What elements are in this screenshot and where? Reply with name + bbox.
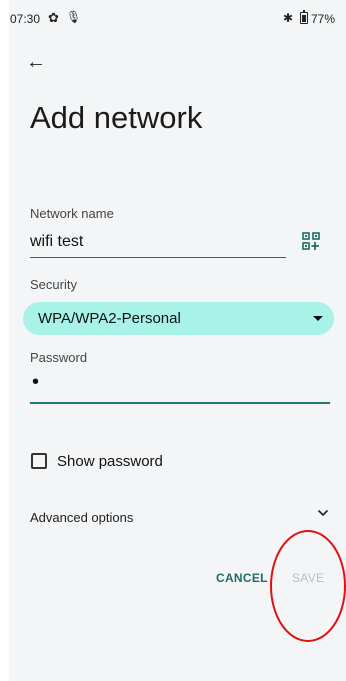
save-button[interactable]: SAVE xyxy=(292,571,324,585)
page-title: Add network xyxy=(30,100,203,135)
bluetooth-icon: ✱ xyxy=(283,11,294,25)
network-name-label: Network name xyxy=(30,206,114,221)
password-input[interactable]: • xyxy=(32,371,39,394)
battery-level: 77% xyxy=(311,12,336,26)
security-label: Security xyxy=(30,277,77,292)
network-name-input[interactable]: wifi test xyxy=(30,233,83,251)
microphone-icon: 🎙︎ xyxy=(66,10,82,24)
battery-icon xyxy=(300,10,308,24)
status-time: 07:30 xyxy=(10,12,41,26)
add-network-screen: 07:30 ✿ 🎙︎ ✱ 77% ← Add network Network n… xyxy=(9,0,346,681)
show-password-label[interactable]: Show password xyxy=(57,453,163,470)
cancel-button[interactable]: CANCEL xyxy=(216,571,268,585)
dropdown-arrow-icon xyxy=(313,316,323,321)
chevron-down-icon[interactable] xyxy=(317,508,329,518)
network-name-underline xyxy=(30,257,286,258)
advanced-options-label[interactable]: Advanced options xyxy=(30,510,133,525)
security-dropdown[interactable]: WPA/WPA2-Personal xyxy=(23,302,334,335)
password-label: Password xyxy=(30,350,88,365)
status-bar: 07:30 ✿ 🎙︎ ✱ 77% xyxy=(9,0,346,38)
show-password-checkbox[interactable] xyxy=(31,453,47,469)
qr-code-scan-icon[interactable] xyxy=(302,232,320,250)
back-arrow-icon[interactable]: ← xyxy=(26,51,46,74)
password-underline xyxy=(30,402,330,404)
security-selected-value: WPA/WPA2-Personal xyxy=(38,310,181,327)
settings-gear-icon: ✿ xyxy=(48,10,59,25)
